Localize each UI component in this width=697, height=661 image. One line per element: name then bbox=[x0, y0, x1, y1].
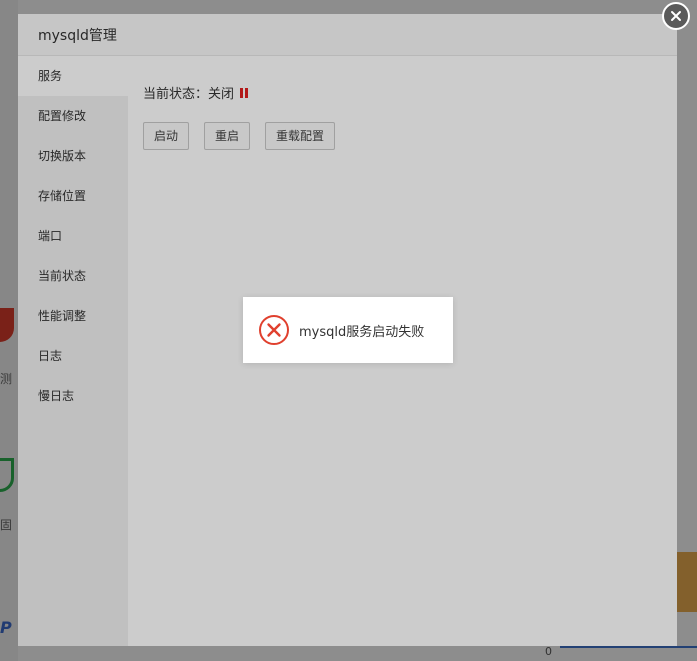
close-icon bbox=[671, 11, 681, 21]
error-circle-x-icon bbox=[259, 315, 289, 345]
toast-message: mysqld服务启动失败 bbox=[299, 324, 425, 340]
error-toast: mysqld服务启动失败 bbox=[243, 297, 453, 363]
close-button[interactable] bbox=[662, 2, 690, 30]
